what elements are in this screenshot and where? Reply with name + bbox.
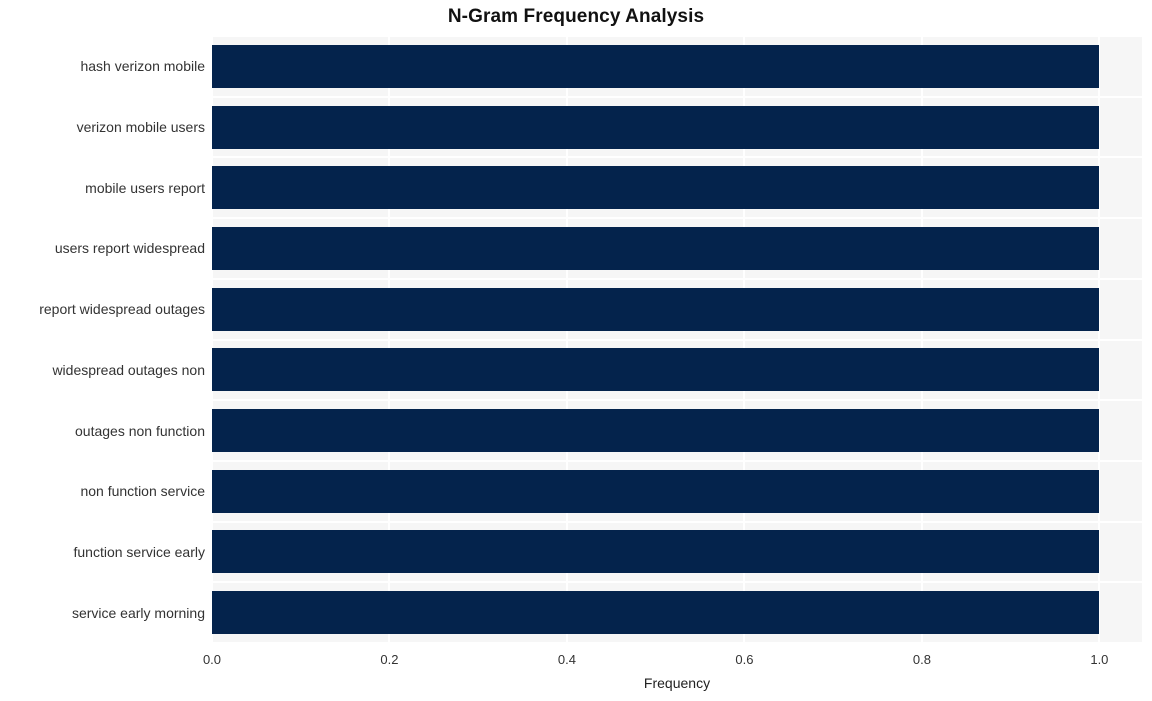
y-gridline <box>212 217 1142 220</box>
bar[interactable] <box>212 469 1100 513</box>
bar[interactable] <box>212 530 1100 574</box>
x-axis-tick-label: 1.0 <box>1090 652 1109 667</box>
bar[interactable] <box>212 409 1100 453</box>
bar[interactable] <box>212 287 1100 331</box>
y-gridline <box>212 399 1142 402</box>
x-axis-tick-labels: 0.0 0.2 0.4 0.6 0.8 1.0 <box>0 652 1152 672</box>
y-axis-tick-label: hash verizon mobile <box>80 58 205 75</box>
bar[interactable] <box>212 226 1100 270</box>
x-axis-tick-label: 0.2 <box>380 652 399 667</box>
y-gridline <box>212 459 1142 462</box>
y-axis-tick-label: report widespread outages <box>39 301 205 318</box>
plot-area <box>212 36 1142 643</box>
y-gridline <box>212 156 1142 159</box>
y-gridline <box>212 277 1142 280</box>
y-gridline <box>212 36 1142 37</box>
y-gridline <box>212 95 1142 98</box>
y-axis-tick-label: mobile users report <box>85 179 205 196</box>
y-axis-tick-label: verizon mobile users <box>76 119 205 136</box>
chart-title: N-Gram Frequency Analysis <box>447 6 705 27</box>
bar[interactable] <box>212 591 1100 635</box>
x-axis-tick-label: 0.8 <box>912 652 931 667</box>
y-gridline <box>212 520 1142 523</box>
x-axis-tick-label: 0.0 <box>202 652 222 667</box>
y-axis-tick-label: service early morning <box>71 604 205 621</box>
y-axis-tick-label: function service early <box>73 543 205 560</box>
y-axis-tick-label: outages non function <box>75 422 205 439</box>
bar[interactable] <box>212 348 1100 392</box>
y-axis-tick-label: non function service <box>80 483 205 500</box>
y-axis-tick-labels: hash verizon mobile verizon mobile users m… <box>0 36 205 643</box>
y-gridline <box>212 581 1142 584</box>
y-gridline <box>212 338 1142 341</box>
x-axis-tick-label: 0.4 <box>557 652 576 667</box>
chart-figure: N-Gram Frequency Analysis hash verizon m… <box>0 0 1152 701</box>
y-gridline <box>212 642 1142 643</box>
bar[interactable] <box>212 44 1100 88</box>
x-axis-tick-label: 0.6 <box>735 652 754 667</box>
x-axis-label: Frequency <box>643 675 711 691</box>
y-axis-tick-label: users report widespread <box>54 240 205 257</box>
y-axis-tick-label: widespread outages non <box>52 361 205 378</box>
bar[interactable] <box>212 105 1100 149</box>
bar[interactable] <box>212 166 1100 210</box>
